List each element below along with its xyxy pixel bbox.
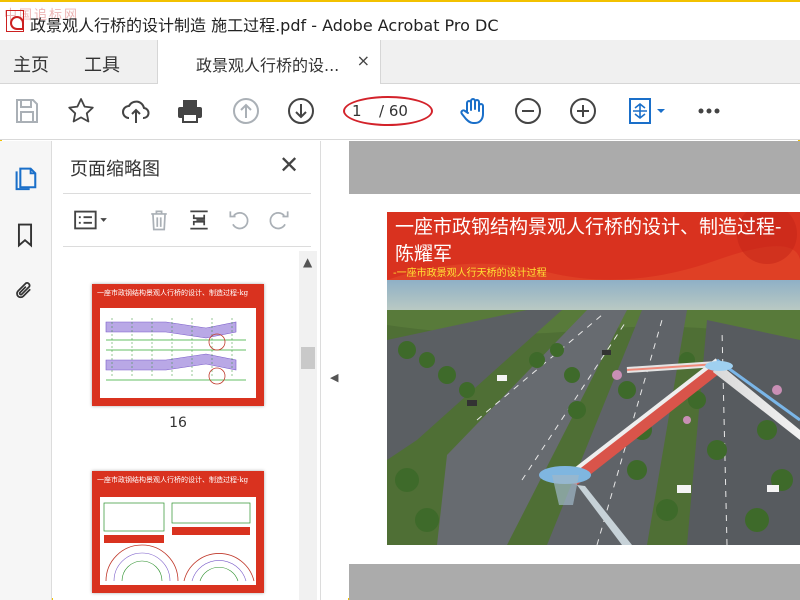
- slide-content: 一座市政钢结构景观人行桥的设计、制造过程- 陈耀军 -一座市政景观人行天桥的设计…: [387, 212, 800, 545]
- page-thumbnails-icon[interactable]: [10, 161, 40, 193]
- page-up-icon[interactable]: [229, 94, 263, 128]
- tab-document[interactable]: 政景观人行桥的设... ×: [157, 40, 381, 84]
- scroll-up-icon[interactable]: ▲: [303, 255, 312, 269]
- fit-page-icon[interactable]: [622, 94, 672, 128]
- hand-tool-icon[interactable]: [456, 94, 490, 128]
- window-title: 政景观人行桥的设计制造 施工过程.pdf - Adobe Acrobat Pro…: [30, 16, 499, 35]
- current-page-input[interactable]: [352, 101, 374, 121]
- save-icon[interactable]: [10, 94, 44, 128]
- slide-subtitle: -一座市政景观人行天桥的设计过程: [393, 268, 547, 279]
- page-thumbnail[interactable]: 一座市政钢结构景观人行桥的设计、制造过程-kg: [92, 284, 264, 406]
- page-down-icon[interactable]: [284, 94, 318, 128]
- total-pages: / 60: [379, 102, 408, 120]
- cloud-upload-icon[interactable]: [119, 94, 153, 128]
- bookmark-icon[interactable]: [10, 219, 40, 251]
- thumbnail-header: 一座市政钢结构景观人行桥的设计、制造过程-kg: [97, 289, 249, 297]
- thumbnail-options-icon[interactable]: [69, 204, 113, 236]
- rotate-left-icon[interactable]: [223, 204, 255, 236]
- close-icon[interactable]: ✕: [279, 151, 299, 179]
- panel-toolbar: [63, 193, 311, 247]
- bridge-rendering-image: [387, 280, 800, 545]
- print-icon[interactable]: [173, 94, 207, 128]
- document-view[interactable]: 一座市政钢结构景观人行桥的设计、制造过程- 陈耀军 -一座市政景观人行天桥的设计…: [349, 141, 800, 600]
- zoom-in-icon[interactable]: [566, 94, 600, 128]
- attachment-icon[interactable]: [10, 275, 40, 307]
- panel-title: 页面缩略图: [70, 159, 160, 180]
- slide-author: 陈耀军: [395, 243, 453, 265]
- close-tab-icon[interactable]: ×: [357, 51, 370, 70]
- tab-home[interactable]: 主页: [13, 51, 49, 77]
- tab-tools[interactable]: 工具: [84, 51, 120, 77]
- insert-page-icon[interactable]: [183, 204, 215, 236]
- tab-document-label: 政景观人行桥的设...: [196, 56, 340, 75]
- title-bar: 中国追标网 政景观人行桥的设计制造 施工过程.pdf - Adobe Acrob…: [0, 0, 800, 40]
- page-navigator: / 60: [343, 96, 433, 126]
- left-navigation-rail: [0, 141, 52, 600]
- main-toolbar: / 60: [0, 84, 800, 140]
- slide-title: 一座市政钢结构景观人行桥的设计、制造过程-: [395, 216, 782, 238]
- panel-collapse-handle[interactable]: ◀: [320, 141, 348, 600]
- tab-bar: 主页 工具 政景观人行桥的设... ×: [0, 40, 800, 84]
- more-icon[interactable]: [692, 94, 726, 128]
- delete-icon[interactable]: [143, 204, 175, 236]
- thumbnail-list[interactable]: 一座市政钢结构景观人行桥的设计、制造过程-kg 16 一座市政钢结构景观人行桥的…: [53, 251, 320, 600]
- collapse-arrow-icon[interactable]: ◀: [330, 371, 338, 384]
- scrollbar-thumb[interactable]: [301, 347, 315, 369]
- thumbnail-header: 一座市政钢结构景观人行桥的设计、制造过程-kg: [97, 476, 249, 484]
- thumbnail-page-number: 16: [169, 415, 187, 431]
- star-icon[interactable]: [64, 94, 98, 128]
- rotate-right-icon[interactable]: [263, 204, 295, 236]
- page-thumbnail[interactable]: 一座市政钢结构景观人行桥的设计、制造过程-kg: [92, 471, 264, 593]
- thumbnail-scrollbar[interactable]: ▲: [299, 251, 317, 600]
- thumbnail-panel: 页面缩略图 ✕ 一座市政钢结构景观人行桥的设计、制造过程-kg 16 一座市政钢…: [53, 141, 320, 600]
- zoom-out-icon[interactable]: [511, 94, 545, 128]
